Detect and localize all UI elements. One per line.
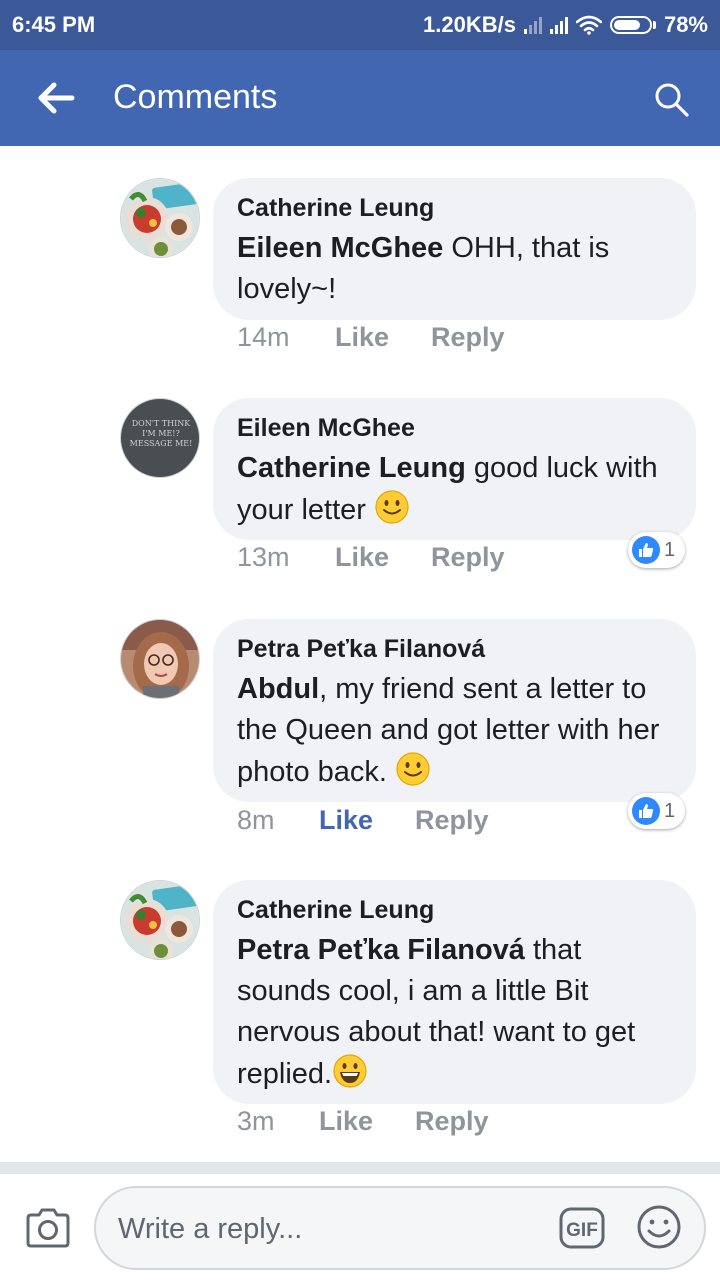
avatar-portrait-image: [121, 620, 199, 698]
reply-button[interactable]: Reply: [431, 542, 505, 573]
comment-author[interactable]: Catherine Leung: [237, 192, 672, 224]
slightly-smiling-face-icon: [375, 490, 409, 524]
comment-bubble[interactable]: Petra Peťka Filanová Abdul, my friend se…: [213, 619, 696, 802]
reply-button[interactable]: Reply: [431, 322, 505, 353]
avatar-food-image: [121, 179, 199, 257]
slightly-smiling-face-icon: [396, 752, 430, 786]
avatar-text: DON'T THINK I'M ME!? MESSAGE ME!: [129, 419, 193, 448]
app-bar: Comments: [0, 50, 720, 146]
status-bar: 6:45 PM 1.20KB/s 78%: [0, 0, 720, 50]
reaction-summary[interactable]: 1: [628, 793, 686, 829]
avatar[interactable]: [120, 880, 200, 960]
avatar[interactable]: [120, 178, 200, 258]
reaction-count: 1: [664, 799, 676, 822]
wifi-icon: [575, 15, 602, 35]
network-speed: 1.20KB/s: [423, 12, 516, 37]
reply-composer: GIF: [0, 1174, 720, 1280]
thumbs-up-icon: [632, 536, 660, 564]
reaction-count: 1: [664, 538, 676, 561]
like-button[interactable]: Like: [335, 542, 389, 573]
comment-bubble[interactable]: Catherine Leung Eileen McGhee OHH, that …: [213, 178, 696, 320]
page-title: Comments: [113, 78, 278, 116]
reply-input-container[interactable]: GIF: [94, 1186, 706, 1270]
comment-author[interactable]: Catherine Leung: [237, 894, 672, 926]
comment-actions: 14m Like Reply: [237, 322, 505, 353]
like-button[interactable]: Like: [319, 1106, 373, 1137]
reply-button[interactable]: Reply: [415, 805, 489, 836]
like-button[interactable]: Like: [335, 322, 389, 353]
comment-actions: 8m Like Reply: [237, 805, 489, 836]
gif-label: GIF: [566, 1220, 598, 1241]
battery-icon: [609, 16, 656, 34]
comment-text: Catherine Leung good luck with your lett…: [237, 448, 672, 531]
avatar[interactable]: DON'T THINK I'M ME!? MESSAGE ME!: [120, 398, 200, 478]
comment-bubble[interactable]: Eileen McGhee Catherine Leung good luck …: [213, 398, 696, 540]
camera-icon[interactable]: [24, 1206, 72, 1250]
composer-divider: [0, 1162, 720, 1174]
signal-icon: [549, 16, 568, 34]
like-button[interactable]: Like: [319, 805, 373, 836]
comment-actions: 3m Like Reply: [237, 1106, 489, 1137]
comment-time: 8m: [237, 805, 275, 835]
grinning-face-icon: [333, 1054, 367, 1088]
avatar-food-image: [121, 881, 199, 959]
status-indicators: 1.20KB/s 78%: [423, 12, 708, 38]
reply-button[interactable]: Reply: [415, 1106, 489, 1137]
comment-text: Petra Peťka Filanová that sounds cool, i…: [237, 930, 672, 1095]
comment-time: 3m: [237, 1106, 275, 1136]
comment-time: 13m: [237, 542, 290, 572]
mention-link[interactable]: Catherine Leung: [237, 452, 466, 484]
comment-actions: 13m Like Reply: [237, 542, 505, 573]
search-icon[interactable]: [652, 80, 690, 118]
comment-author[interactable]: Eileen McGhee: [237, 412, 672, 444]
reply-input[interactable]: [116, 1204, 540, 1254]
mention-link[interactable]: Eileen McGhee: [237, 232, 443, 264]
reaction-summary[interactable]: 1: [628, 532, 686, 568]
emoji-picker-icon[interactable]: [636, 1204, 682, 1250]
arrow-left-icon[interactable]: [36, 80, 76, 116]
mention-link[interactable]: Petra Peťka Filanová: [237, 934, 525, 966]
comment-bubble[interactable]: Catherine Leung Petra Peťka Filanová tha…: [213, 880, 696, 1104]
comment-time: 14m: [237, 322, 290, 352]
status-time: 6:45 PM: [12, 12, 96, 37]
comment-text: Eileen McGhee OHH, that is lovely~!: [237, 228, 672, 310]
battery-percent: 78%: [663, 12, 708, 37]
signal-icon: [523, 16, 542, 34]
comment-author[interactable]: Petra Peťka Filanová: [237, 633, 672, 665]
gif-icon[interactable]: GIF: [558, 1206, 606, 1250]
comment-text: Abdul, my friend sent a letter to the Qu…: [237, 669, 672, 793]
mention-link[interactable]: Abdul: [237, 673, 319, 705]
avatar[interactable]: [120, 619, 200, 699]
thumbs-up-icon: [632, 797, 660, 825]
